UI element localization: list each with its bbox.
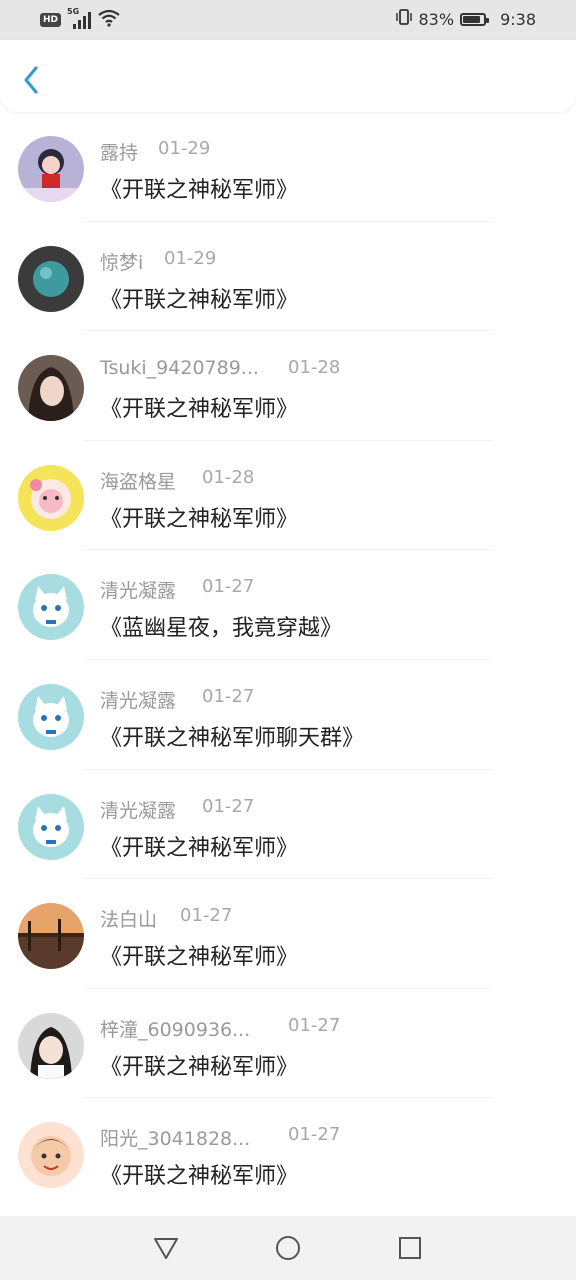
- list-item[interactable]: 露持 01-29 《开联之神秘军师》: [0, 112, 576, 222]
- signal-icon: 5G: [67, 7, 92, 29]
- post-date: 01-28: [202, 466, 255, 488]
- follower-list: 露持 01-29 《开联之神秘军师》 惊梦i 01-29 《开联之神秘军师》 T…: [0, 112, 576, 1208]
- user-name[interactable]: 阳光_3041828...: [100, 1124, 250, 1151]
- post-date: 01-27: [202, 685, 255, 707]
- work-title[interactable]: 《开联之神秘军师》: [100, 1158, 298, 1190]
- battery-fill: [463, 15, 480, 23]
- avatar[interactable]: [18, 574, 84, 641]
- back-button[interactable]: [14, 60, 48, 94]
- post-date: 01-27: [180, 905, 233, 927]
- system-nav-bar: [0, 1216, 576, 1280]
- post-date: 01-27: [288, 1014, 341, 1036]
- post-date: 01-29: [158, 138, 211, 159]
- avatar[interactable]: [18, 245, 84, 312]
- work-title[interactable]: 《开联之神秘军师》: [100, 830, 298, 862]
- user-name[interactable]: 惊梦i: [100, 248, 143, 275]
- list-item[interactable]: 清光凝露 01-27 《开联之神秘军师聊天群》: [0, 660, 576, 770]
- user-name[interactable]: Tsuki_9420789...: [100, 357, 259, 379]
- list-item[interactable]: 海盗格星 01-28 《开联之神秘军师》: [0, 441, 576, 551]
- work-title[interactable]: 《开联之神秘军师》: [100, 391, 298, 423]
- user-name[interactable]: 海盗格星: [100, 467, 176, 494]
- chevron-left-icon: [24, 66, 38, 94]
- battery-percent: 83%: [418, 9, 455, 29]
- list-item[interactable]: 阳光_3041828... 01-27 《开联之神秘军师》: [0, 1098, 576, 1208]
- avatar[interactable]: [18, 903, 84, 970]
- user-name[interactable]: 梓潼_6090936...: [100, 1015, 250, 1042]
- nav-home-button[interactable]: [274, 1234, 302, 1262]
- user-name[interactable]: 清光凝露: [100, 686, 176, 713]
- avatar[interactable]: [18, 793, 84, 860]
- nav-recents-button[interactable]: [396, 1234, 424, 1262]
- list-item[interactable]: 清光凝露 01-27 《开联之神秘军师》: [0, 770, 576, 880]
- avatar[interactable]: [18, 136, 84, 202]
- work-title[interactable]: 《蓝幽星夜，我竟穿越》: [100, 610, 342, 642]
- vibrate-icon: [395, 8, 413, 30]
- list-item[interactable]: 清光凝露 01-27 《蓝幽星夜，我竟穿越》: [0, 550, 576, 660]
- circle-home-icon: [276, 1236, 300, 1260]
- user-name[interactable]: 清光凝露: [100, 576, 176, 603]
- post-date: 01-27: [202, 795, 255, 817]
- clock: 9:38: [500, 9, 536, 29]
- avatar[interactable]: [18, 355, 84, 422]
- avatar[interactable]: [18, 1122, 84, 1189]
- hd-badge: HD: [40, 13, 62, 27]
- network-type-label: 5G: [67, 7, 80, 16]
- list-item[interactable]: 梓潼_6090936... 01-27 《开联之神秘军师》: [0, 989, 576, 1099]
- battery-icon: [460, 12, 490, 26]
- nav-back-button[interactable]: [152, 1234, 180, 1262]
- post-date: 01-28: [288, 357, 341, 379]
- work-title[interactable]: 《开联之神秘军师》: [100, 1049, 298, 1081]
- post-date: 01-29: [164, 247, 217, 269]
- user-name[interactable]: 露持: [100, 138, 138, 165]
- post-date: 01-27: [288, 1124, 341, 1146]
- list-item[interactable]: 惊梦i 01-29 《开联之神秘军师》: [0, 222, 576, 332]
- work-title[interactable]: 《开联之神秘军师》: [100, 501, 298, 533]
- square-recents-icon: [399, 1237, 421, 1259]
- user-name[interactable]: 清光凝露: [100, 796, 176, 823]
- list-item[interactable]: Tsuki_9420789... 01-28 《开联之神秘军师》: [0, 331, 576, 441]
- avatar[interactable]: [18, 464, 84, 531]
- work-title[interactable]: 《开联之神秘军师》: [100, 939, 298, 971]
- post-date: 01-27: [202, 576, 255, 598]
- triangle-back-icon: [154, 1238, 178, 1259]
- work-title[interactable]: 《开联之神秘军师聊天群》: [100, 720, 364, 752]
- work-title[interactable]: 《开联之神秘军师》: [100, 172, 298, 204]
- work-title[interactable]: 《开联之神秘军师》: [100, 282, 298, 314]
- list-item[interactable]: 法白山 01-27 《开联之神秘军师》: [0, 879, 576, 989]
- status-bar: HD 5G 83% 9:38: [0, 0, 576, 40]
- wifi-icon: [97, 9, 121, 31]
- user-name[interactable]: 法白山: [100, 905, 157, 932]
- top-app-bar: [0, 40, 576, 112]
- avatar[interactable]: [18, 683, 84, 750]
- avatar[interactable]: [18, 1012, 84, 1079]
